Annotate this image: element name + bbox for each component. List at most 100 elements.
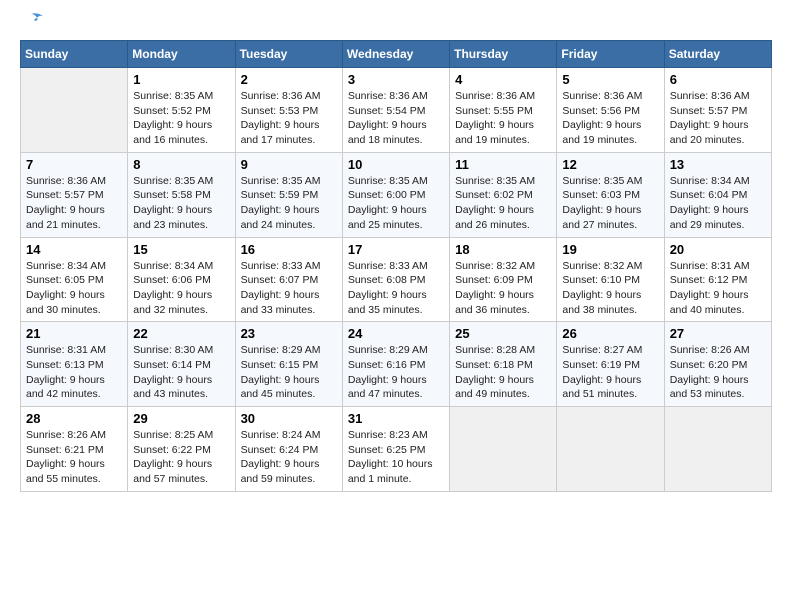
day-detail: Sunrise: 8:30 AM [133,343,229,358]
day-detail: Daylight: 10 hours [348,457,444,472]
day-detail: Sunset: 6:02 PM [455,188,551,203]
calendar-week-1: 1Sunrise: 8:35 AMSunset: 5:52 PMDaylight… [21,68,772,153]
calendar-cell [557,407,664,492]
day-detail: and 53 minutes. [670,387,766,402]
calendar-cell: 26Sunrise: 8:27 AMSunset: 6:19 PMDayligh… [557,322,664,407]
day-number: 29 [133,411,229,426]
day-detail: and 18 minutes. [348,133,444,148]
day-detail: Daylight: 9 hours [348,118,444,133]
day-detail: Sunset: 6:05 PM [26,273,122,288]
day-detail: Sunset: 6:03 PM [562,188,658,203]
day-detail: Daylight: 9 hours [670,118,766,133]
day-detail: Daylight: 9 hours [241,457,337,472]
day-number: 11 [455,157,551,172]
day-detail: Sunrise: 8:31 AM [26,343,122,358]
day-detail: Sunset: 6:06 PM [133,273,229,288]
day-detail: Daylight: 9 hours [455,118,551,133]
calendar-table: SundayMondayTuesdayWednesdayThursdayFrid… [20,40,772,492]
calendar-cell: 6Sunrise: 8:36 AMSunset: 5:57 PMDaylight… [664,68,771,153]
day-detail: Sunset: 5:57 PM [670,104,766,119]
day-number: 12 [562,157,658,172]
day-number: 4 [455,72,551,87]
day-info: Sunrise: 8:33 AMSunset: 6:07 PMDaylight:… [241,259,337,318]
calendar-cell: 16Sunrise: 8:33 AMSunset: 6:07 PMDayligh… [235,237,342,322]
day-info: Sunrise: 8:34 AMSunset: 6:05 PMDaylight:… [26,259,122,318]
day-info: Sunrise: 8:35 AMSunset: 5:58 PMDaylight:… [133,174,229,233]
day-detail: Sunrise: 8:36 AM [26,174,122,189]
day-info: Sunrise: 8:28 AMSunset: 6:18 PMDaylight:… [455,343,551,402]
day-number: 30 [241,411,337,426]
day-detail: Sunset: 6:14 PM [133,358,229,373]
day-info: Sunrise: 8:36 AMSunset: 5:57 PMDaylight:… [26,174,122,233]
header-day-monday: Monday [128,41,235,68]
calendar-cell: 25 Sunrise: 8:28 AMSunset: 6:18 PMDayligh… [450,322,557,407]
day-detail: Sunrise: 8:34 AM [26,259,122,274]
calendar-cell: 28Sunrise: 8:26 AMSunset: 6:21 PMDayligh… [21,407,128,492]
day-detail: Daylight: 9 hours [241,203,337,218]
day-detail: and 30 minutes. [26,303,122,318]
day-detail: and 47 minutes. [348,387,444,402]
day-info: Sunrise: 8:36 AMSunset: 5:53 PMDaylight:… [241,89,337,148]
day-info: Sunrise: 8:36 AMSunset: 5:54 PMDaylight:… [348,89,444,148]
day-detail: Sunset: 6:10 PM [562,273,658,288]
day-detail: Sunrise: 8:31 AM [670,259,766,274]
day-detail: and 29 minutes. [670,218,766,233]
calendar-cell: 11Sunrise: 8:35 AMSunset: 6:02 PMDayligh… [450,152,557,237]
day-number: 2 [241,72,337,87]
day-detail: Daylight: 9 hours [26,457,122,472]
day-detail: and 21 minutes. [26,218,122,233]
day-detail: Sunrise: 8:34 AM [670,174,766,189]
day-detail: Sunset: 5:53 PM [241,104,337,119]
calendar-cell: 12Sunrise: 8:35 AMSunset: 6:03 PMDayligh… [557,152,664,237]
day-detail: Sunset: 5:52 PM [133,104,229,119]
calendar-cell: 14Sunrise: 8:34 AMSunset: 6:05 PMDayligh… [21,237,128,322]
day-detail: and 20 minutes. [670,133,766,148]
day-detail: Sunrise: 8:35 AM [455,174,551,189]
calendar-cell: 21Sunrise: 8:31 AMSunset: 6:13 PMDayligh… [21,322,128,407]
day-detail: and 49 minutes. [455,387,551,402]
day-detail: Sunset: 5:59 PM [241,188,337,203]
day-detail: and 38 minutes. [562,303,658,318]
calendar-week-3: 14Sunrise: 8:34 AMSunset: 6:05 PMDayligh… [21,237,772,322]
day-info: Sunrise: 8:26 AMSunset: 6:21 PMDaylight:… [26,428,122,487]
day-info: Sunrise: 8:35 AMSunset: 6:00 PMDaylight:… [348,174,444,233]
day-detail: Daylight: 9 hours [670,373,766,388]
calendar-cell: 9Sunrise: 8:35 AMSunset: 5:59 PMDaylight… [235,152,342,237]
day-number: 25 [455,326,551,341]
day-detail: and 19 minutes. [455,133,551,148]
day-detail: and 57 minutes. [133,472,229,487]
day-detail: Daylight: 9 hours [241,288,337,303]
day-detail: Sunset: 6:20 PM [670,358,766,373]
day-info: Sunrise: 8:26 AMSunset: 6:20 PMDaylight:… [670,343,766,402]
logo [20,20,45,30]
day-info: Sunrise: 8:27 AMSunset: 6:19 PMDaylight:… [562,343,658,402]
calendar-cell: 17Sunrise: 8:33 AMSunset: 6:08 PMDayligh… [342,237,449,322]
day-detail: Sunset: 6:19 PM [562,358,658,373]
calendar-week-2: 7 Sunrise: 8:36 AMSunset: 5:57 PMDaylight… [21,152,772,237]
calendar-cell: 4Sunrise: 8:36 AMSunset: 5:55 PMDaylight… [450,68,557,153]
day-detail: Daylight: 9 hours [241,118,337,133]
day-detail: Sunrise: 8:27 AM [562,343,658,358]
day-number: 1 [133,72,229,87]
day-number: 7 [26,157,122,172]
calendar-cell: 23Sunrise: 8:29 AMSunset: 6:15 PMDayligh… [235,322,342,407]
day-detail: Daylight: 9 hours [562,118,658,133]
header-day-thursday: Thursday [450,41,557,68]
day-detail: Sunrise: 8:35 AM [348,174,444,189]
day-detail: Daylight: 9 hours [133,457,229,472]
day-detail: Sunrise: 8:29 AM [348,343,444,358]
day-detail: and 32 minutes. [133,303,229,318]
day-detail: and 16 minutes. [133,133,229,148]
day-number: 20 [670,242,766,257]
calendar-cell [664,407,771,492]
day-detail: Sunset: 6:04 PM [670,188,766,203]
day-number: 3 [348,72,444,87]
day-detail: Daylight: 9 hours [455,288,551,303]
day-detail: Sunset: 6:24 PM [241,443,337,458]
day-info: Sunrise: 8:29 AMSunset: 6:16 PMDaylight:… [348,343,444,402]
calendar-cell: 29Sunrise: 8:25 AMSunset: 6:22 PMDayligh… [128,407,235,492]
day-detail: and 55 minutes. [26,472,122,487]
day-detail: Sunset: 6:00 PM [348,188,444,203]
day-number: 5 [562,72,658,87]
day-detail: Sunset: 5:58 PM [133,188,229,203]
